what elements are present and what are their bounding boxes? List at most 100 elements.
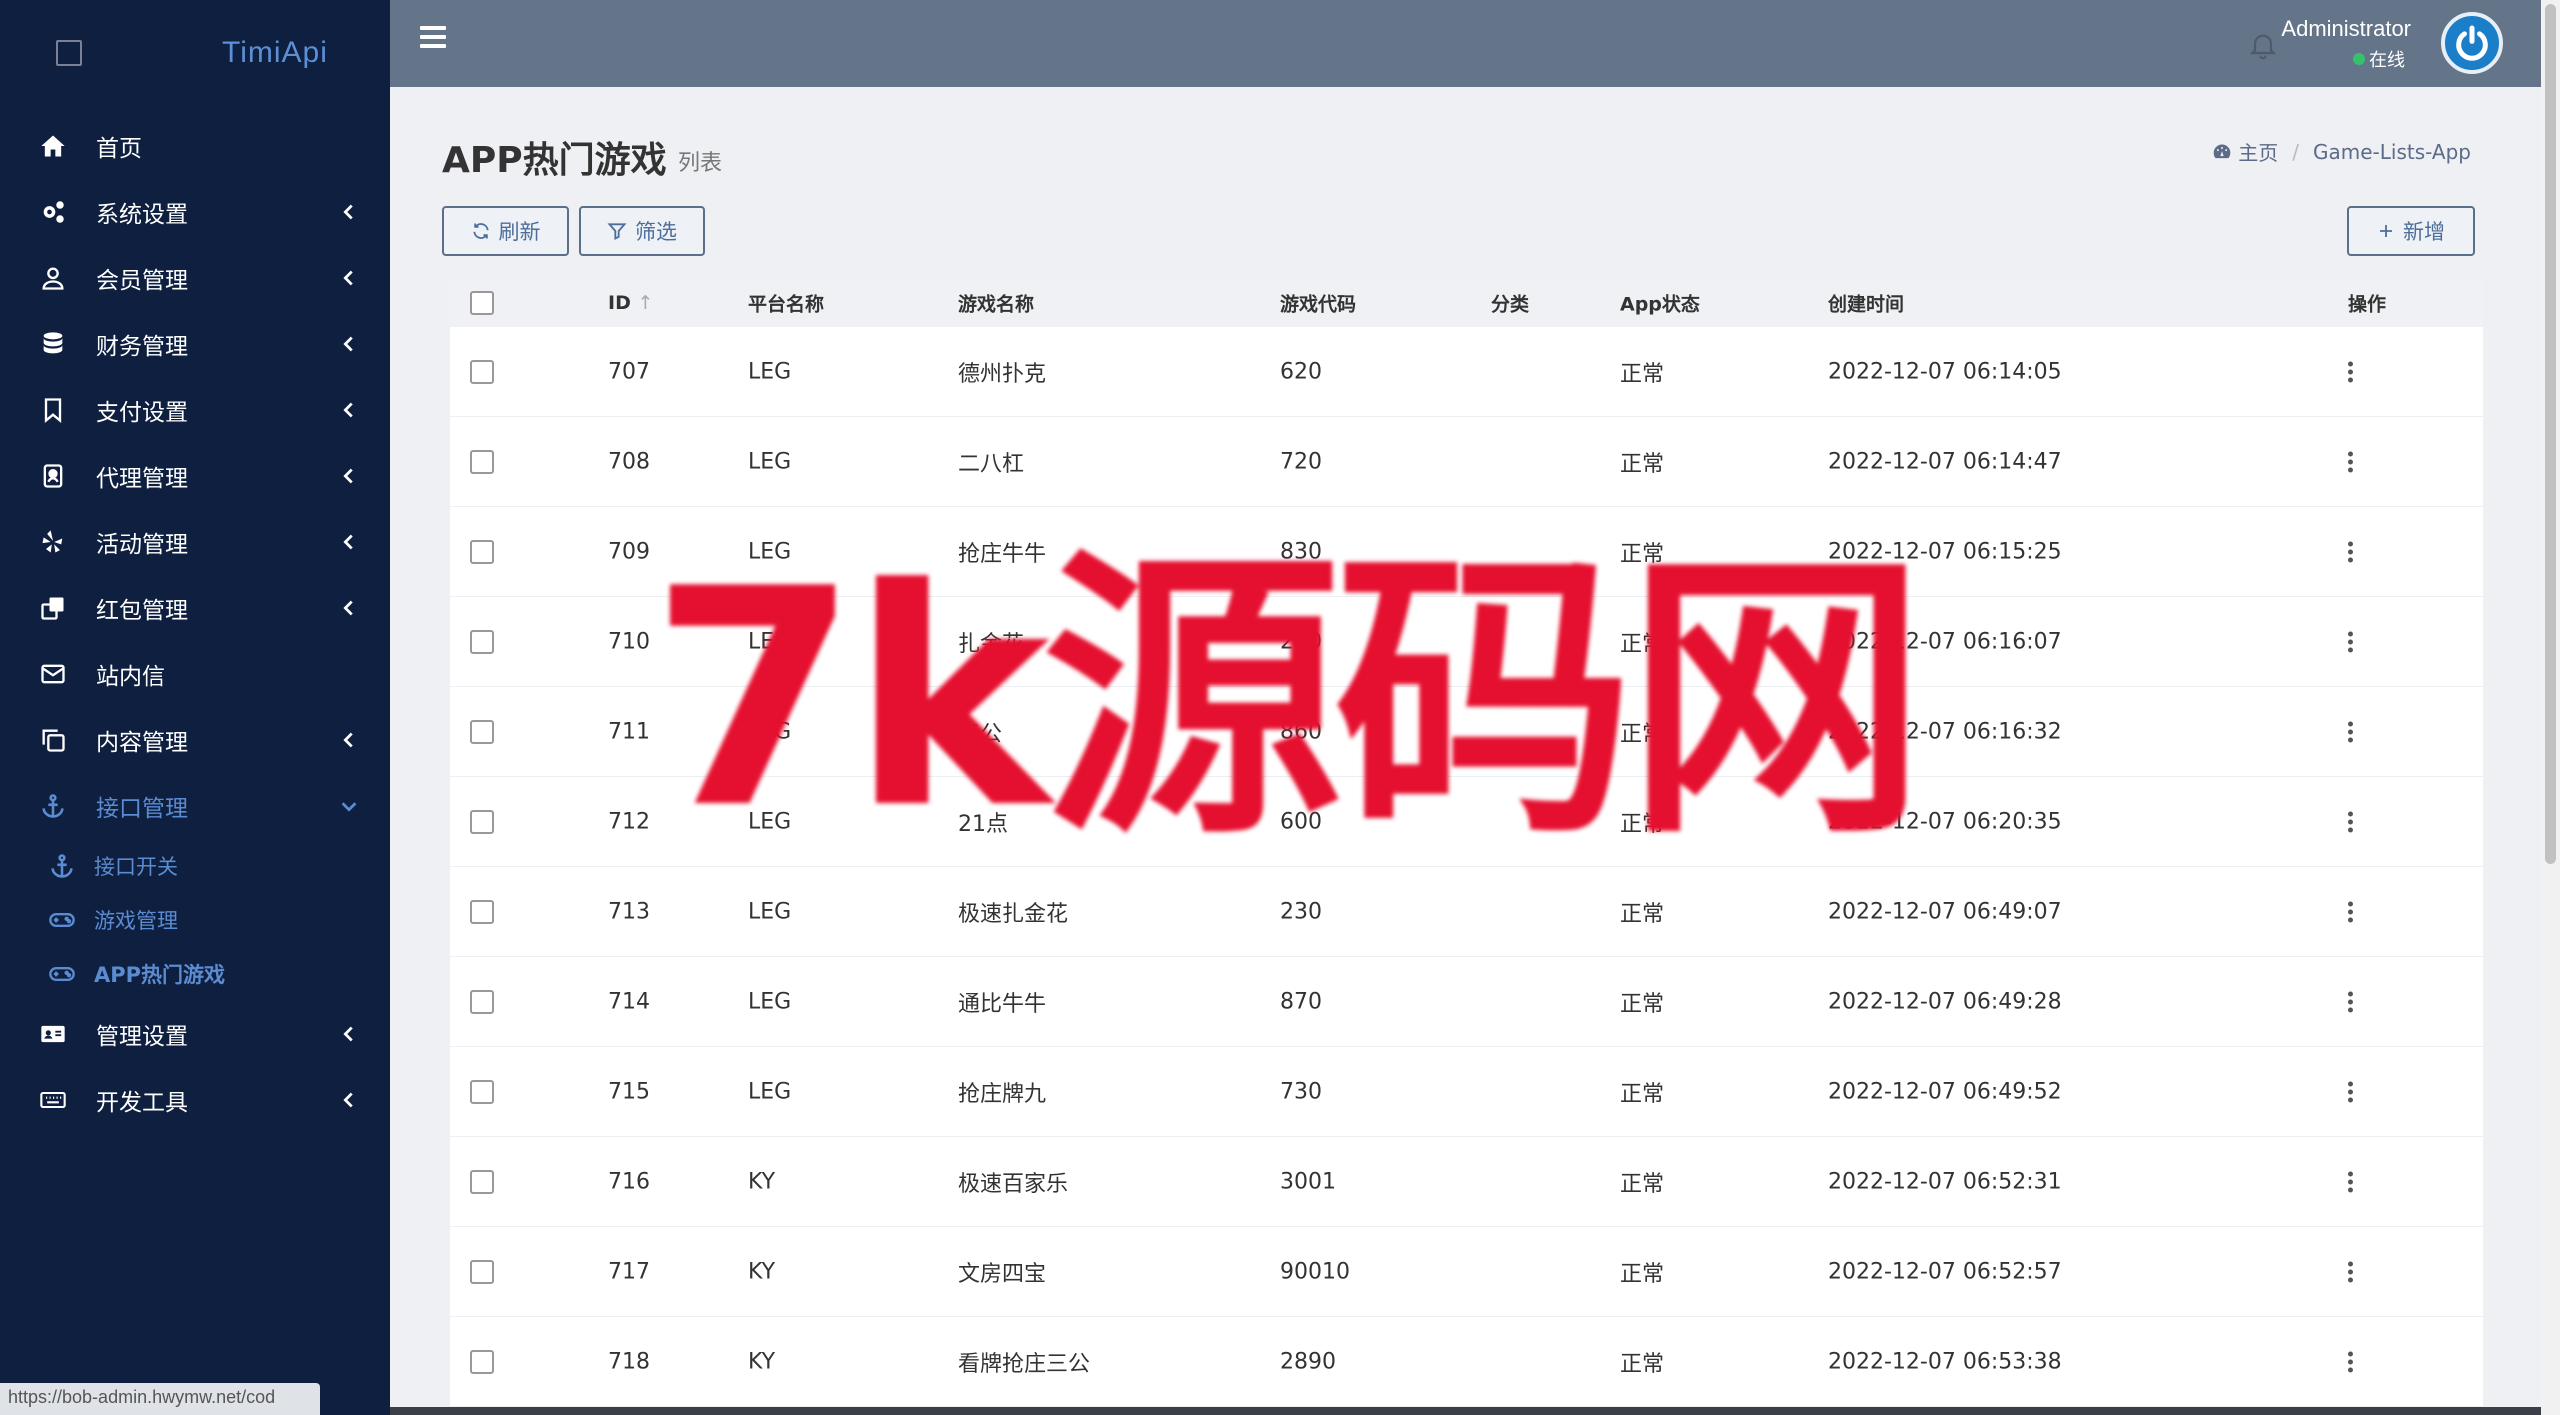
cell-state: 正常 <box>1620 991 1665 1017</box>
cell-created: 2022-12-07 06:52:31 <box>1828 1169 2062 1194</box>
table-row[interactable]: 714 LEG 通比牛牛 870 正常 2022-12-07 06:49:28 <box>450 957 2483 1047</box>
row-actions-kebab-icon[interactable] <box>2348 631 2353 652</box>
row-checkbox[interactable] <box>470 449 494 474</box>
row-checkbox[interactable] <box>470 1259 494 1284</box>
sidebar-item-3[interactable]: 财务管理 <box>0 311 390 377</box>
table-row[interactable]: 717 KY 文房四宝 90010 正常 2022-12-07 06:52:57 <box>450 1227 2483 1317</box>
row-checkbox[interactable] <box>470 1079 494 1104</box>
breadcrumb-home[interactable]: 主页 <box>2212 137 2278 166</box>
cell-id: 710 <box>608 629 650 654</box>
row-checkbox[interactable] <box>470 899 494 924</box>
dashboard-icon <box>2213 144 2231 158</box>
row-actions-kebab-icon[interactable] <box>2348 901 2353 922</box>
cell-name: 二八杠 <box>958 451 1025 477</box>
cell-code: 230 <box>1280 899 1322 924</box>
chevron-left-icon <box>338 597 360 619</box>
sidebar-item-2[interactable]: 会员管理 <box>0 245 390 311</box>
th-id[interactable]: ID ↑ <box>608 292 653 314</box>
breadcrumb-separator: / <box>2292 139 2299 164</box>
row-checkbox[interactable] <box>470 989 494 1014</box>
row-actions-kebab-icon[interactable] <box>2348 1081 2353 1102</box>
select-all-checkbox[interactable] <box>470 291 494 315</box>
sidebar-item-4[interactable]: 支付设置 <box>0 377 390 443</box>
submenu-item-2[interactable]: APP热门游戏 <box>0 947 390 1001</box>
table-row[interactable]: 716 KY 极速百家乐 3001 正常 2022-12-07 06:52:31 <box>450 1137 2483 1227</box>
cell-state: 正常 <box>1620 901 1665 927</box>
cell-state: 正常 <box>1620 1261 1665 1287</box>
th-name: 游戏名称 <box>958 293 1035 316</box>
th-actions: 操作 <box>2348 293 2387 316</box>
row-actions-kebab-icon[interactable] <box>2348 1261 2353 1282</box>
bell-icon[interactable] <box>2247 28 2279 62</box>
user-name[interactable]: Administrator <box>2281 16 2411 42</box>
filter-button[interactable]: 筛选 <box>579 206 705 256</box>
sidebar-item-0[interactable]: 首页 <box>0 113 390 179</box>
row-actions-kebab-icon[interactable] <box>2348 451 2353 472</box>
table-row[interactable]: 708 LEG 二八杠 720 正常 2022-12-07 06:14:47 <box>450 417 2483 507</box>
cell-state: 正常 <box>1620 1171 1665 1197</box>
cell-platform: LEG <box>748 899 792 924</box>
row-actions-kebab-icon[interactable] <box>2348 811 2353 832</box>
submenu: 接口开关 游戏管理 APP热门游戏 <box>0 839 390 1001</box>
row-actions-kebab-icon[interactable] <box>2348 1171 2353 1192</box>
sidebar-item-11[interactable]: 管理设置 <box>0 1001 390 1067</box>
sidebar-item-label: 接口管理 <box>96 796 188 822</box>
table-row[interactable]: 718 KY 看牌抢庄三公 2890 正常 2022-12-07 06:53:38 <box>450 1317 2483 1407</box>
row-checkbox[interactable] <box>470 719 494 744</box>
sidebar-item-label: 活动管理 <box>96 532 188 558</box>
refresh-button[interactable]: 刷新 <box>442 206 569 256</box>
row-checkbox[interactable] <box>470 359 494 384</box>
th-platform: 平台名称 <box>748 293 825 316</box>
th-code: 游戏代码 <box>1280 293 1357 316</box>
cell-platform: LEG <box>748 989 792 1014</box>
bottom-scrollbar[interactable] <box>390 1407 2541 1415</box>
submenu-item-0[interactable]: 接口开关 <box>0 839 390 893</box>
row-checkbox[interactable] <box>470 809 494 834</box>
cell-code: 870 <box>1280 989 1322 1014</box>
avatar[interactable] <box>2441 12 2503 74</box>
page-scrollbar[interactable] <box>2541 0 2560 1415</box>
row-actions-kebab-icon[interactable] <box>2348 541 2353 562</box>
submenu-item-1[interactable]: 游戏管理 <box>0 893 390 947</box>
cell-platform: LEG <box>748 359 792 384</box>
table-header: ID ↑ 平台名称 游戏名称 游戏代码 分类 App状态 创建时间 操作 <box>450 279 2483 327</box>
sidebar-item-6[interactable]: 活动管理 <box>0 509 390 575</box>
row-checkbox[interactable] <box>470 539 494 564</box>
yelp-icon <box>38 527 68 557</box>
th-category: 分类 <box>1491 293 1530 316</box>
sort-arrow-up-icon[interactable]: ↑ <box>637 292 653 314</box>
sidebar-item-9[interactable]: 内容管理 <box>0 707 390 773</box>
row-actions-kebab-icon[interactable] <box>2348 1351 2353 1372</box>
row-checkbox[interactable] <box>470 1169 494 1194</box>
cell-id: 714 <box>608 989 650 1014</box>
envelope-icon <box>38 659 68 689</box>
plus-icon <box>2380 225 2392 237</box>
database-icon <box>38 329 68 359</box>
filter-label: 筛选 <box>635 221 677 244</box>
row-checkbox[interactable] <box>470 1349 494 1374</box>
page-title: APP热门游戏 <box>442 140 667 181</box>
sidebar-item-10[interactable]: 接口管理 <box>0 773 390 839</box>
cell-state: 正常 <box>1620 1351 1665 1377</box>
row-actions-kebab-icon[interactable] <box>2348 991 2353 1012</box>
sidebar-item-12[interactable]: 开发工具 <box>0 1067 390 1133</box>
row-actions-kebab-icon[interactable] <box>2348 361 2353 382</box>
sidebar-item-8[interactable]: 站内信 <box>0 641 390 707</box>
sidebar-item-7[interactable]: 红包管理 <box>0 575 390 641</box>
home-icon <box>38 131 68 161</box>
table-row[interactable]: 707 LEG 德州扑克 620 正常 2022-12-07 06:14:05 <box>450 327 2483 417</box>
table-row[interactable]: 715 LEG 抢庄牌九 730 正常 2022-12-07 06:49:52 <box>450 1047 2483 1137</box>
brand-name: TimiApi <box>222 35 328 69</box>
scrollbar-thumb[interactable] <box>2545 4 2556 864</box>
row-actions-kebab-icon[interactable] <box>2348 721 2353 742</box>
add-button[interactable]: 新增 <box>2347 206 2475 256</box>
sidebar-item-1[interactable]: 系统设置 <box>0 179 390 245</box>
brand[interactable]: TimiApi <box>0 0 390 105</box>
cell-created: 2022-12-07 06:49:52 <box>1828 1079 2062 1104</box>
sidebar-item-label: 代理管理 <box>96 466 188 492</box>
sidebar-item-5[interactable]: 代理管理 <box>0 443 390 509</box>
row-checkbox[interactable] <box>470 629 494 654</box>
table-row[interactable]: 713 LEG 极速扎金花 230 正常 2022-12-07 06:49:07 <box>450 867 2483 957</box>
menu-toggle-icon[interactable] <box>420 26 446 50</box>
cell-platform: KY <box>748 1169 776 1194</box>
